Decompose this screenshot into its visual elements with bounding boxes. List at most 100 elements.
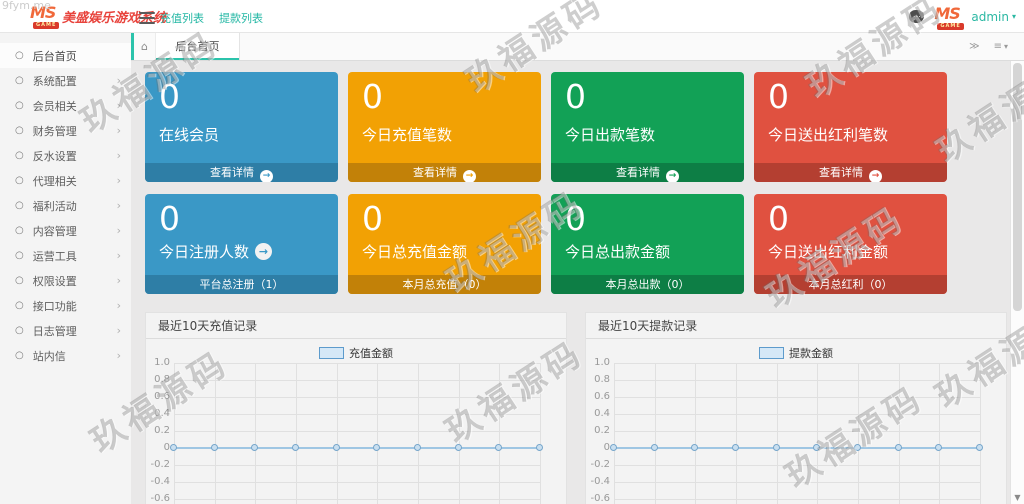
- data-point[interactable]: [455, 444, 462, 451]
- sidebar-item-4[interactable]: ○反水设置›: [0, 143, 131, 168]
- tab-bar: ⌂ 后台首页 ≫ ≡▾: [131, 33, 1024, 61]
- data-point[interactable]: [651, 444, 658, 451]
- scrollbar[interactable]: ▼: [1010, 61, 1024, 504]
- sidebar-item-8[interactable]: ○运营工具›: [0, 243, 131, 268]
- stat-label-text: 今日注册人数: [159, 241, 249, 262]
- legend-swatch: [759, 347, 784, 359]
- data-point[interactable]: [854, 444, 861, 451]
- data-point[interactable]: [414, 444, 421, 451]
- y-tick-label: 1.0: [594, 357, 610, 368]
- top-menu-item-1[interactable]: 提款列表: [219, 10, 263, 26]
- chevron-right-icon: ›: [117, 75, 121, 86]
- sidebar-item-9[interactable]: ○权限设置›: [0, 268, 131, 293]
- stat-label: 今日出款笔数: [551, 115, 744, 145]
- view-details-link[interactable]: 查看详情→: [551, 163, 744, 182]
- stat-label-text: 今日总出款金额: [565, 241, 670, 262]
- chevron-right-icon: ›: [117, 175, 121, 186]
- chevron-right-icon: ›: [117, 125, 121, 136]
- circle-icon: ○: [15, 126, 24, 136]
- message-icon[interactable]: …: [909, 10, 924, 23]
- sidebar-item-2[interactable]: ○会员相关›: [0, 93, 131, 118]
- plot-area: [174, 363, 540, 504]
- circle-icon: ○: [15, 151, 24, 161]
- home-icon[interactable]: ⌂: [141, 40, 148, 53]
- legend-label: 提款金额: [789, 345, 833, 361]
- stat-label: 今日充值笔数: [348, 115, 541, 145]
- stat-card: 0今日送出红利金额本月总红利（0）: [754, 194, 947, 294]
- circle-icon: ○: [15, 101, 24, 111]
- menu-toggle-icon[interactable]: [139, 12, 155, 27]
- data-point[interactable]: [333, 444, 340, 451]
- data-point[interactable]: [211, 444, 218, 451]
- user-avatar-logo[interactable]: MS GAME: [934, 4, 961, 30]
- stat-value: 0: [348, 194, 541, 237]
- sidebar-item-7[interactable]: ○内容管理›: [0, 218, 131, 243]
- stat-footer: 平台总注册（1）: [145, 275, 338, 294]
- y-tick-label: 0.8: [594, 374, 610, 385]
- footer-text: 查看详情: [819, 166, 863, 179]
- data-point[interactable]: [732, 444, 739, 451]
- sidebar-item-label: 代理相关: [33, 173, 77, 189]
- recharge-chart-panel: 最近10天充值记录 充值金额 1.00.80.60.40.20-0.2-0.4-…: [145, 312, 567, 504]
- tab-dashboard[interactable]: 后台首页: [155, 33, 240, 60]
- arrow-circle-icon[interactable]: →: [255, 243, 272, 260]
- data-point[interactable]: [773, 444, 780, 451]
- circle-icon: ○: [15, 226, 24, 236]
- top-header: 9fym.me MS GAME 美盛娱乐游戏系统 充值列表提款列表 … MS G…: [0, 0, 1024, 33]
- legend-swatch: [319, 347, 344, 359]
- top-menu-item-0[interactable]: 充值列表: [160, 10, 204, 26]
- tab-scroll-right-icon[interactable]: ≫: [969, 41, 979, 52]
- data-point[interactable]: [292, 444, 299, 451]
- stat-value: 0: [145, 72, 338, 115]
- chevron-right-icon: ›: [117, 200, 121, 211]
- chart-legend[interactable]: 提款金额: [586, 345, 1006, 361]
- sidebar-item-12[interactable]: ○站内信›: [0, 343, 131, 368]
- y-tick-label: -0.4: [150, 476, 170, 487]
- view-details-link[interactable]: 查看详情→: [754, 163, 947, 182]
- logo-game-text: GAME: [33, 22, 59, 29]
- circle-icon: ○: [15, 176, 24, 186]
- footer-text: 查看详情: [413, 166, 457, 179]
- top-menu: 充值列表提款列表: [160, 10, 263, 26]
- circle-icon: ○: [15, 51, 24, 61]
- stat-label: 今日总充值金额: [348, 237, 541, 262]
- stat-label-text: 在线会员: [159, 124, 219, 145]
- user-menu[interactable]: admin ▾: [971, 10, 1016, 24]
- stat-value: 0: [754, 72, 947, 115]
- stat-value: 0: [348, 72, 541, 115]
- data-point[interactable]: [895, 444, 902, 451]
- tab-tools: ≫ ≡▾: [969, 33, 1008, 60]
- scroll-down-icon[interactable]: ▼: [1011, 493, 1024, 502]
- view-details-link[interactable]: 查看详情→: [348, 163, 541, 182]
- sidebar-item-1[interactable]: ○系统配置›: [0, 68, 131, 93]
- data-point[interactable]: [536, 444, 543, 451]
- sidebar-item-11[interactable]: ○日志管理›: [0, 318, 131, 343]
- sidebar-item-6[interactable]: ○福利活动›: [0, 193, 131, 218]
- chart-area: 1.00.80.60.40.20-0.2-0.4-0.6: [586, 363, 1006, 504]
- stat-label-text: 今日总充值金额: [362, 241, 467, 262]
- chevron-down-icon: ▾: [1012, 12, 1016, 21]
- scrollbar-thumb[interactable]: [1013, 63, 1022, 311]
- stat-label: 在线会员: [145, 115, 338, 145]
- chevron-right-icon: ›: [117, 300, 121, 311]
- stat-footer: 本月总充值（0）: [348, 275, 541, 294]
- stat-card: 0 今日总充值金额本月总充值（0）: [348, 194, 541, 294]
- tab-list-dropdown-icon[interactable]: ≡▾: [994, 41, 1008, 52]
- chart-legend[interactable]: 充值金额: [146, 345, 566, 361]
- data-point[interactable]: [976, 444, 983, 451]
- view-details-link[interactable]: 查看详情→: [145, 163, 338, 182]
- data-point[interactable]: [610, 444, 617, 451]
- sidebar-item-10[interactable]: ○接口功能›: [0, 293, 131, 318]
- y-tick-label: 0.2: [594, 425, 610, 436]
- site-url-watermark: 9fym.me: [2, 0, 51, 12]
- sidebar-item-3[interactable]: ○财务管理›: [0, 118, 131, 143]
- sidebar-item-5[interactable]: ○ 代理相关 ›: [0, 168, 131, 193]
- username: admin: [971, 10, 1009, 24]
- data-point[interactable]: [170, 444, 177, 451]
- chevron-right-icon: ›: [117, 275, 121, 286]
- y-tick-label: -0.6: [590, 493, 610, 504]
- sidebar-item-0[interactable]: ○后台首页: [0, 43, 131, 68]
- recharge-chart: 充值金额 1.00.80.60.40.20-0.2-0.4-0.6: [146, 339, 566, 504]
- y-tick-label: 0.4: [154, 408, 170, 419]
- footer-text: 平台总注册（1）: [200, 278, 284, 291]
